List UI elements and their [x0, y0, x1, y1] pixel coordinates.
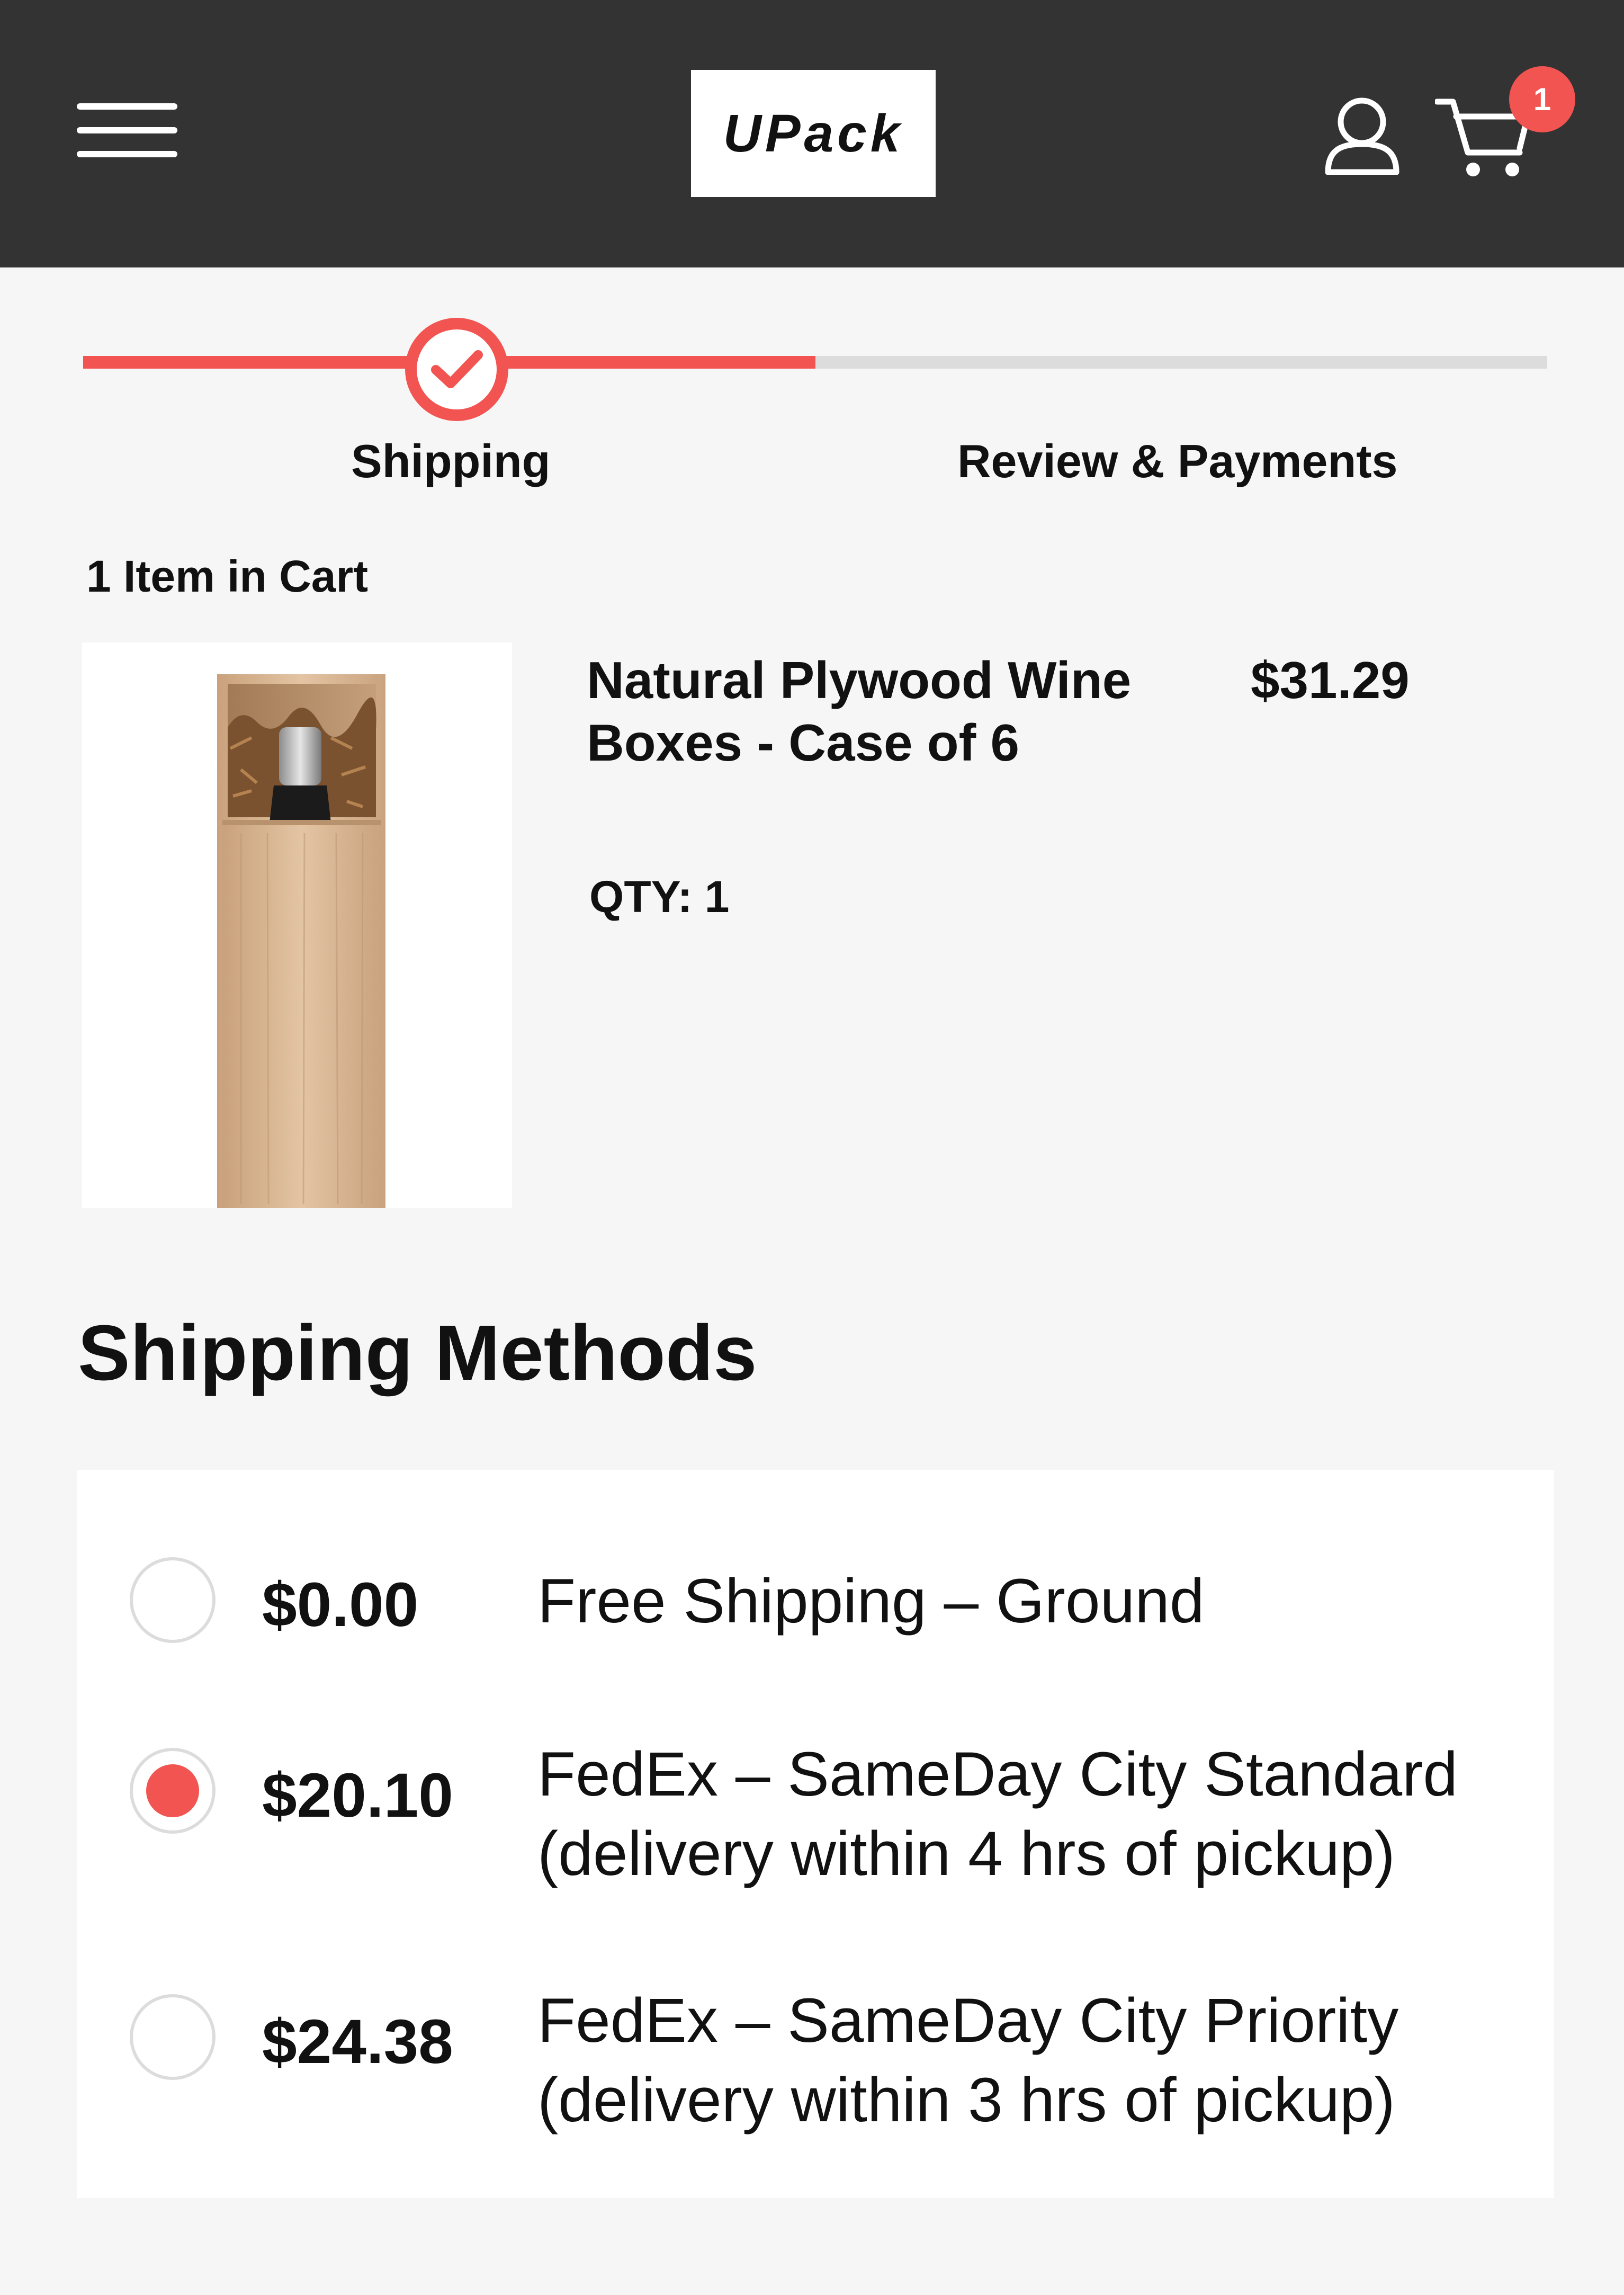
hamburger-menu-icon[interactable] — [77, 103, 177, 159]
checkmark-icon — [430, 350, 483, 388]
radio-selected-dot — [146, 1764, 199, 1817]
brand-logo[interactable]: UPack — [691, 70, 936, 197]
shipping-radio-fedex-standard[interactable] — [130, 1748, 216, 1834]
cart-count-badge: 1 — [1509, 66, 1575, 132]
shipping-method-name: FedEx – SameDay City Standard (delivery … — [537, 1739, 1458, 1889]
shipping-option-fedex-priority[interactable]: $24.38 FedEx – SameDay City Priority (de… — [77, 1986, 1554, 2153]
shipping-radio-fedex-priority[interactable] — [130, 1994, 216, 2080]
user-icon[interactable] — [1324, 95, 1401, 175]
shipping-option-fedex-standard[interactable]: $20.10 FedEx – SameDay City Standard (de… — [77, 1739, 1554, 1907]
cart-item-count: 1 Item in Cart — [86, 551, 369, 601]
shipping-method-name: Free Shipping – Ground — [537, 1566, 1205, 1636]
wooden-wine-box-image[interactable] — [82, 642, 512, 1208]
shipping-methods-list: $0.00 Free Shipping – Ground $20.10 FedE… — [77, 1470, 1554, 2198]
product-quantity: QTY: 1 — [589, 872, 730, 922]
shipping-option-free-ground[interactable]: $0.00 Free Shipping – Ground — [77, 1557, 1554, 1690]
top-bar: UPack 1 — [0, 0, 1624, 267]
shipping-price: $20.10 — [262, 1761, 453, 1830]
product-name[interactable]: Natural Plywood Wine Boxes - Case of 6 — [587, 649, 1169, 774]
shipping-radio-free-ground[interactable] — [130, 1557, 216, 1643]
step-complete-marker — [405, 318, 508, 421]
shipping-methods-title: Shipping Methods — [78, 1309, 757, 1397]
step-shipping[interactable]: Shipping — [351, 434, 550, 488]
step-review-payments[interactable]: Review & Payments — [957, 434, 1398, 488]
shipping-method-name: FedEx – SameDay City Priority (delivery … — [537, 1986, 1399, 2135]
product-price: $31.29 — [1251, 651, 1410, 709]
shipping-price: $0.00 — [262, 1570, 419, 1640]
shipping-price: $24.38 — [262, 2007, 453, 2077]
